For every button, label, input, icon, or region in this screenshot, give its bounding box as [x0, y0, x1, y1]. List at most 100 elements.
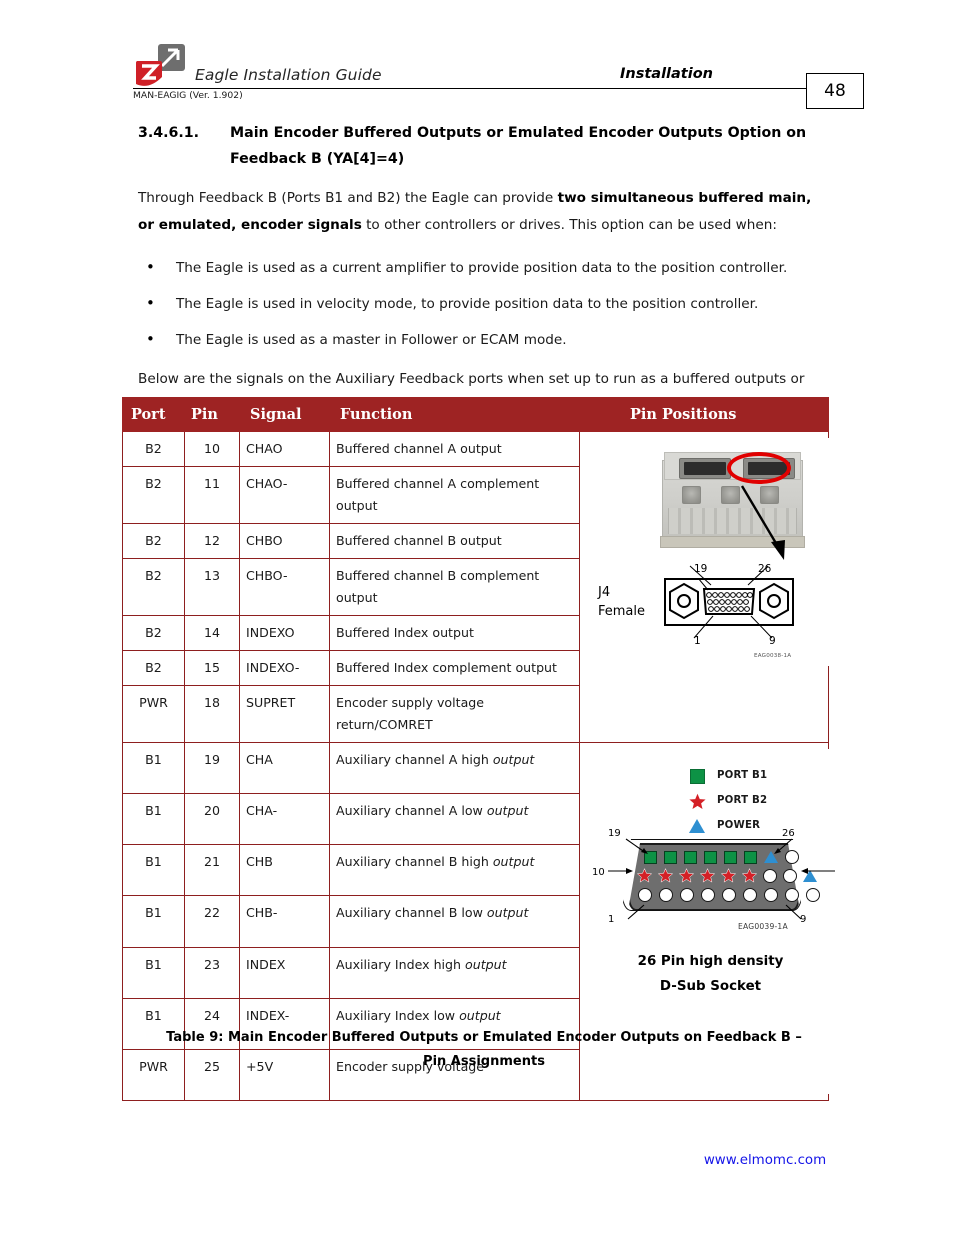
- pin-assignment-table-wrapper: Port Pin Signal Function Pin Positions B…: [122, 397, 835, 1102]
- cell-port: B2: [122, 466, 185, 524]
- figure-drive-and-j4: 19 26 1 9 J4 Female EAG0038-1A: [586, 438, 835, 666]
- cell-function-text: Auxiliary channel B low: [336, 905, 487, 921]
- page-number: 48: [806, 73, 864, 109]
- socket-caption: 26 Pin high density D-Sub Socket: [586, 949, 835, 999]
- cell-function: Auxiliary channel A high output: [329, 741, 580, 795]
- cell-function: Buffered channel B complement output: [329, 558, 580, 616]
- header-divider: [133, 88, 825, 89]
- intro-text-part1: Through Feedback B (Ports B1 and B2) the…: [138, 190, 558, 206]
- legend-label: PORT B1: [717, 770, 768, 781]
- cell-port: PWR: [122, 685, 185, 743]
- cell-port: B1: [122, 844, 185, 897]
- star-icon: [686, 793, 708, 809]
- column-header-port: Port: [122, 397, 185, 432]
- column-header-pin: Pin: [184, 397, 240, 432]
- cell-function-text: Buffered channel B complement output: [336, 568, 540, 605]
- cell-function-italic: output: [486, 905, 529, 921]
- cell-pin-positions-top: 19 26 1 9 J4 Female EAG0038-1A: [579, 431, 835, 743]
- dsub-connector-left: [679, 458, 731, 479]
- cell-function: Auxiliary channel B high output: [329, 844, 580, 897]
- page-content: 3.4.6.1. Main Encoder Buffered Outputs o…: [138, 120, 830, 436]
- cell-function-italic: output: [492, 854, 535, 870]
- cell-function: Buffered channel B output: [329, 523, 580, 559]
- table-caption: Table 9: Main Encoder Buffered Outputs o…: [138, 1026, 830, 1074]
- cell-port: B1: [122, 741, 185, 795]
- cell-signal: INDEXO-: [239, 650, 330, 686]
- callout-arrow-icon: [740, 485, 785, 560]
- list-item: The Eagle is used in velocity mode, to p…: [138, 290, 830, 318]
- terminal-screw: [682, 486, 701, 504]
- logo-red-mark: [135, 61, 162, 86]
- document-title: Eagle Installation Guide: [195, 66, 382, 84]
- cell-port: B2: [122, 650, 185, 686]
- j4-connector-label: J4 Female: [598, 583, 645, 621]
- cell-function-text: Buffered channel A output: [336, 441, 502, 456]
- usage-bullet-list: The Eagle is used as a current amplifier…: [138, 254, 830, 354]
- highlight-ellipse-icon: [727, 452, 791, 484]
- cell-pin: 14: [184, 615, 240, 651]
- cell-pin: 11: [184, 466, 240, 524]
- chapter-name: Installation: [620, 66, 713, 82]
- column-header-function: Function: [329, 397, 580, 432]
- cell-function: Buffered channel A complement output: [329, 466, 580, 524]
- document-page: Eagle Installation Guide MAN-EAGIG (Ver.…: [0, 0, 954, 1235]
- socket-leader-lines: [608, 838, 835, 920]
- cell-function-text: Auxiliary channel B high: [336, 854, 493, 870]
- section-title: Main Encoder Buffered Outputs or Emulate…: [230, 125, 807, 167]
- cell-pin: 12: [184, 523, 240, 559]
- table-row: B1 19 CHA Auxiliary channel A high outpu…: [122, 741, 835, 1101]
- j4-label-line2: Female: [598, 604, 646, 619]
- table-caption-line1: Table 9: Main Encoder Buffered Outputs o…: [166, 1030, 802, 1045]
- cell-pin: 20: [184, 793, 240, 846]
- cell-function-italic: output: [486, 803, 529, 819]
- cell-signal: INDEX: [239, 946, 330, 999]
- cell-pin: 21: [184, 844, 240, 897]
- cell-pin: 10: [184, 431, 240, 467]
- list-item: The Eagle is used as a current amplifier…: [138, 254, 830, 282]
- cell-function-text: Buffered channel A complement output: [336, 476, 540, 513]
- page-footer: www.elmomc.com: [0, 1153, 954, 1168]
- cell-port: B2: [122, 615, 185, 651]
- cell-port: B2: [122, 523, 185, 559]
- cell-port: B1: [122, 895, 185, 948]
- socket-pin-label-9: 9: [800, 914, 807, 925]
- cell-function: Encoder supply voltage return/COMRET: [329, 685, 580, 743]
- cell-pin: 18: [184, 685, 240, 743]
- cell-function-italic: output: [465, 956, 507, 972]
- cell-port: B1: [122, 946, 185, 999]
- table-caption-line2: Pin Assignments: [423, 1054, 545, 1069]
- cell-function: Buffered Index complement output: [329, 650, 580, 686]
- cell-port: B2: [122, 431, 185, 467]
- footer-website-link[interactable]: www.elmomc.com: [704, 1153, 826, 1168]
- cell-function-text: Auxiliary channel A low: [336, 803, 487, 819]
- cell-pin: 19: [184, 741, 240, 795]
- j4-label-line1: J4: [598, 585, 611, 600]
- elmo-logo: [133, 44, 189, 86]
- intro-paragraph: Through Feedback B (Ports B1 and B2) the…: [138, 185, 830, 239]
- socket-caption-line1: 26 Pin high density: [637, 954, 784, 969]
- cell-signal: CHAO-: [239, 466, 330, 524]
- cell-pin: 13: [184, 558, 240, 616]
- cell-function: Buffered channel A output: [329, 431, 580, 467]
- cell-pin: 23: [184, 946, 240, 999]
- section-number: 3.4.6.1.: [138, 125, 200, 141]
- cell-signal: CHA-: [239, 793, 330, 846]
- cell-function-text: Auxiliary channel A high: [336, 752, 493, 767]
- figure-drawing-code: EAG0039-1A: [738, 922, 788, 931]
- cell-function-text: Auxiliary Index low: [336, 1007, 460, 1023]
- pin-assignment-table: Port Pin Signal Function Pin Positions B…: [122, 397, 835, 1102]
- cell-signal: INDEXO: [239, 615, 330, 651]
- page-header: Eagle Installation Guide MAN-EAGIG (Ver.…: [133, 44, 833, 102]
- cell-signal: SUPRET: [239, 685, 330, 743]
- cell-signal: CHAO: [239, 431, 330, 467]
- legend-label: PORT B2: [717, 795, 768, 806]
- table-row: B2 10 CHAO Buffered channel A output 19 …: [122, 431, 835, 743]
- socket-pin-label-26: 26: [782, 828, 795, 839]
- cell-function-italic: output: [459, 1007, 501, 1023]
- socket-caption-line2: D-Sub Socket: [659, 979, 762, 994]
- document-code: MAN-EAGIG (Ver. 1.902): [133, 90, 243, 101]
- cell-signal: CHBO-: [239, 558, 330, 616]
- table-header-row: Port Pin Signal Function Pin Positions: [122, 397, 829, 432]
- intro-text-part2: to other controllers or drives. This opt…: [361, 217, 777, 233]
- socket-pin-label-19: 19: [608, 828, 621, 839]
